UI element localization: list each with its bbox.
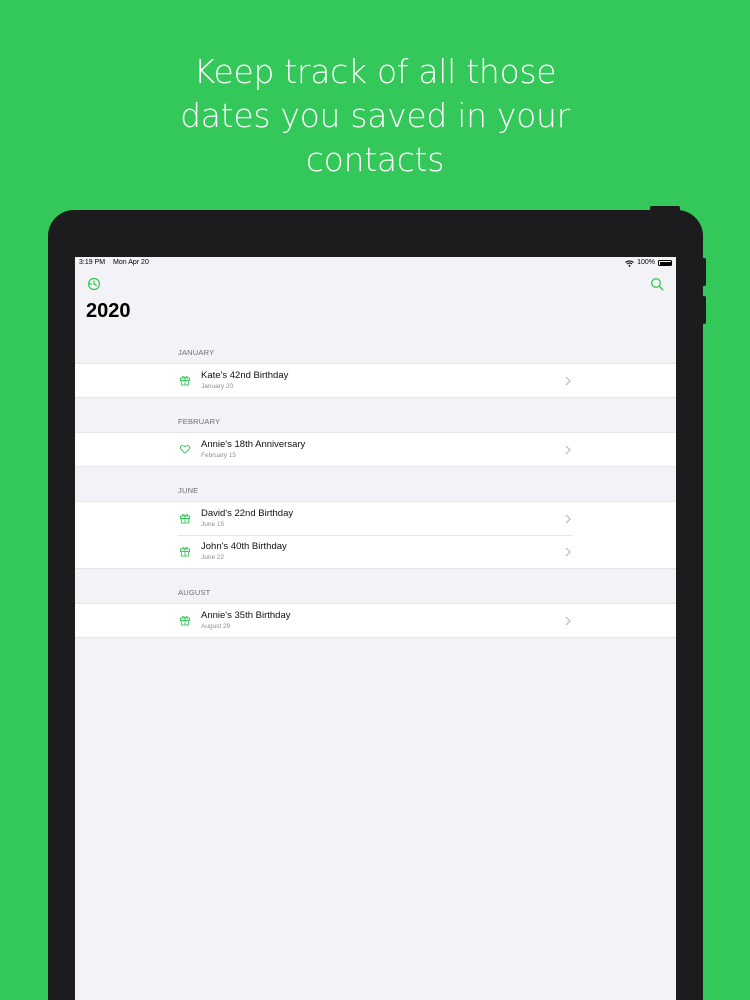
list-item[interactable]: John's 40th Birthday June 22: [75, 535, 676, 568]
section-header: JANUARY: [178, 348, 215, 357]
page-title: 2020: [86, 300, 131, 322]
event-title: Annie's 18th Anniversary: [201, 439, 306, 450]
clock-icon[interactable]: [87, 277, 101, 291]
status-bar: 3:19 PM Mon Apr 20 100%: [75, 257, 676, 269]
battery-icon: [658, 260, 672, 266]
event-title: Kate's 42nd Birthday: [201, 370, 289, 381]
section-august: AUGUST Annie's 35th Birthday August 29: [75, 583, 676, 638]
section-header: JUNE: [178, 486, 199, 495]
gift-icon: [180, 376, 190, 386]
event-title: David's 22nd Birthday: [201, 508, 294, 519]
section-june: JUNE David's 22nd Birthday June 15 John'…: [75, 481, 676, 569]
wifi-icon: [625, 260, 634, 267]
gift-icon: [180, 547, 190, 557]
chevron-right-icon: [565, 547, 571, 557]
app-store-screenshot: Keep track of all those dates you saved …: [0, 0, 750, 1000]
event-date: February 15: [201, 452, 237, 459]
search-icon[interactable]: [650, 277, 664, 291]
list-item[interactable]: Annie's 35th Birthday August 29: [75, 604, 676, 637]
chevron-right-icon: [565, 376, 571, 386]
section-header: FEBRUARY: [178, 417, 221, 426]
heart-icon: [179, 445, 191, 454]
event-date: August 29: [201, 623, 231, 630]
event-date: June 22: [201, 554, 225, 561]
list-item[interactable]: Annie's 18th Anniversary February 15: [75, 433, 676, 466]
list-item[interactable]: Kate's 42nd Birthday January 20: [75, 364, 676, 397]
status-date: Mon Apr 20: [113, 259, 149, 266]
gift-icon: [180, 514, 190, 524]
event-date: June 15: [201, 521, 225, 528]
section-january: JANUARY Kate's 42nd Birthday January 20: [75, 343, 676, 398]
device-screen: 3:19 PM Mon Apr 20 100% 2020 JANUARY Kat…: [75, 257, 676, 1000]
events-list: JANUARY Kate's 42nd Birthday January 20: [75, 343, 676, 638]
chevron-right-icon: [565, 514, 571, 524]
status-time: 3:19 PM: [79, 259, 106, 266]
gift-icon: [180, 616, 190, 626]
headline-line-3: contacts: [305, 140, 445, 179]
headline-line-1: Keep track of all those: [193, 52, 557, 91]
section-header: AUGUST: [178, 588, 211, 597]
list-item[interactable]: David's 22nd Birthday June 15: [75, 502, 676, 535]
section-february: FEBRUARY Annie's 18th Anniversary Februa…: [75, 412, 676, 467]
battery-percent: 100%: [637, 259, 655, 266]
event-title: John's 40th Birthday: [201, 541, 287, 552]
event-date: January 20: [201, 383, 234, 390]
chevron-right-icon: [565, 445, 571, 455]
marketing-headline: Keep track of all those dates you saved …: [0, 50, 750, 182]
headline-line-2: dates you saved in your: [180, 96, 570, 135]
chevron-right-icon: [565, 616, 571, 626]
event-title: Annie's 35th Birthday: [201, 610, 291, 621]
